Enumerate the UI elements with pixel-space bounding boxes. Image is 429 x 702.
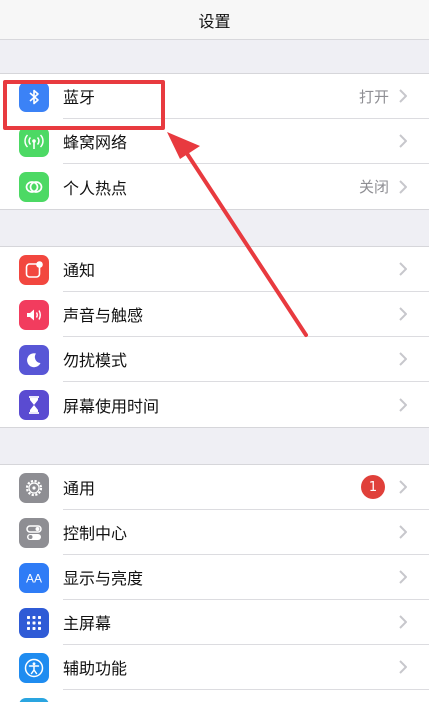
settings-row-label: 通用 <box>63 479 96 498</box>
hourglass-icon <box>19 389 49 420</box>
flower-icon <box>19 697 49 702</box>
settings-row-bluetooth[interactable]: 蓝牙 打开 <box>0 74 429 119</box>
settings-row-label: 个人热点 <box>63 178 128 198</box>
settings-row-hotspot[interactable]: 个人热点 关闭 <box>0 164 429 209</box>
chevron-right-icon <box>399 659 409 675</box>
settings-row-label: 蓝牙 <box>63 88 96 107</box>
settings-row-home-screen[interactable]: 主屏幕 <box>0 600 429 645</box>
settings-row-label: 蜂窝网络 <box>63 133 128 152</box>
notifications-icon <box>19 254 49 285</box>
cellular-icon <box>19 126 49 157</box>
chevron-right-icon <box>399 569 409 585</box>
notification-badge: 1 <box>361 475 385 499</box>
settings-row-control-center[interactable]: 控制中心 <box>0 510 429 555</box>
hotspot-icon <box>19 171 49 202</box>
nav-bar: 设置 <box>0 0 429 40</box>
settings-row-label: 辅助功能 <box>63 659 128 678</box>
settings-row-label: 主屏幕 <box>63 614 112 633</box>
settings-row-do-not-disturb[interactable]: 勿扰模式 <box>0 337 429 382</box>
settings-row-general[interactable]: 通用 1 <box>0 465 429 510</box>
settings-row-cellular[interactable]: 蜂窝网络 <box>0 119 429 164</box>
page-title: 设置 <box>198 11 231 31</box>
settings-row-label: 屏幕使用时间 <box>63 396 160 416</box>
settings-row-value: 打开 <box>358 87 389 106</box>
bluetooth-icon <box>19 81 49 112</box>
svg-text:AA: AA <box>26 571 42 585</box>
settings-row-sound[interactable]: 声音与触感 <box>0 292 429 337</box>
settings-row-accessibility[interactable]: 辅助功能 <box>0 645 429 690</box>
settings-row-label: 通知 <box>63 261 96 280</box>
settings-row-display[interactable]: AA 显示与亮度 <box>0 555 429 600</box>
text-size-icon: AA <box>19 562 49 593</box>
settings-row-value: 关闭 <box>358 178 389 196</box>
settings-row-wallpaper[interactable]: 墙纸 <box>0 690 429 702</box>
toggles-icon <box>19 517 49 548</box>
chevron-right-icon <box>399 479 409 495</box>
sound-icon <box>19 299 49 330</box>
settings-row-label: 勿扰模式 <box>63 351 128 370</box>
settings-row-label: 显示与亮度 <box>63 569 144 588</box>
chevron-right-icon <box>399 133 409 149</box>
settings-row-screen-time[interactable]: 屏幕使用时间 <box>0 382 429 427</box>
chevron-right-icon <box>399 614 409 630</box>
settings-row-notifications[interactable]: 通知 <box>0 247 429 292</box>
moon-icon <box>19 344 49 375</box>
chevron-right-icon <box>399 306 409 322</box>
settings-row-label: 控制中心 <box>63 524 128 543</box>
chevron-right-icon <box>399 397 409 413</box>
accessibility-icon <box>19 652 49 683</box>
settings-row-label: 声音与触感 <box>63 306 144 325</box>
settings-group-notifications: 通知 声音与触感 勿扰模式 屏幕使用时间 <box>0 246 429 428</box>
chevron-right-icon <box>399 261 409 277</box>
chevron-right-icon <box>399 524 409 540</box>
chevron-right-icon <box>399 351 409 367</box>
home-grid-icon <box>19 607 49 638</box>
chevron-right-icon <box>399 179 409 195</box>
chevron-right-icon <box>399 88 409 104</box>
settings-group-connectivity: 蓝牙 打开 蜂窝网络 个人热点 关闭 <box>0 73 429 210</box>
gear-icon <box>19 472 49 503</box>
settings-group-general: 通用 1 控制中心 AA 显示与亮度 主屏幕 辅助功能 <box>0 464 429 702</box>
